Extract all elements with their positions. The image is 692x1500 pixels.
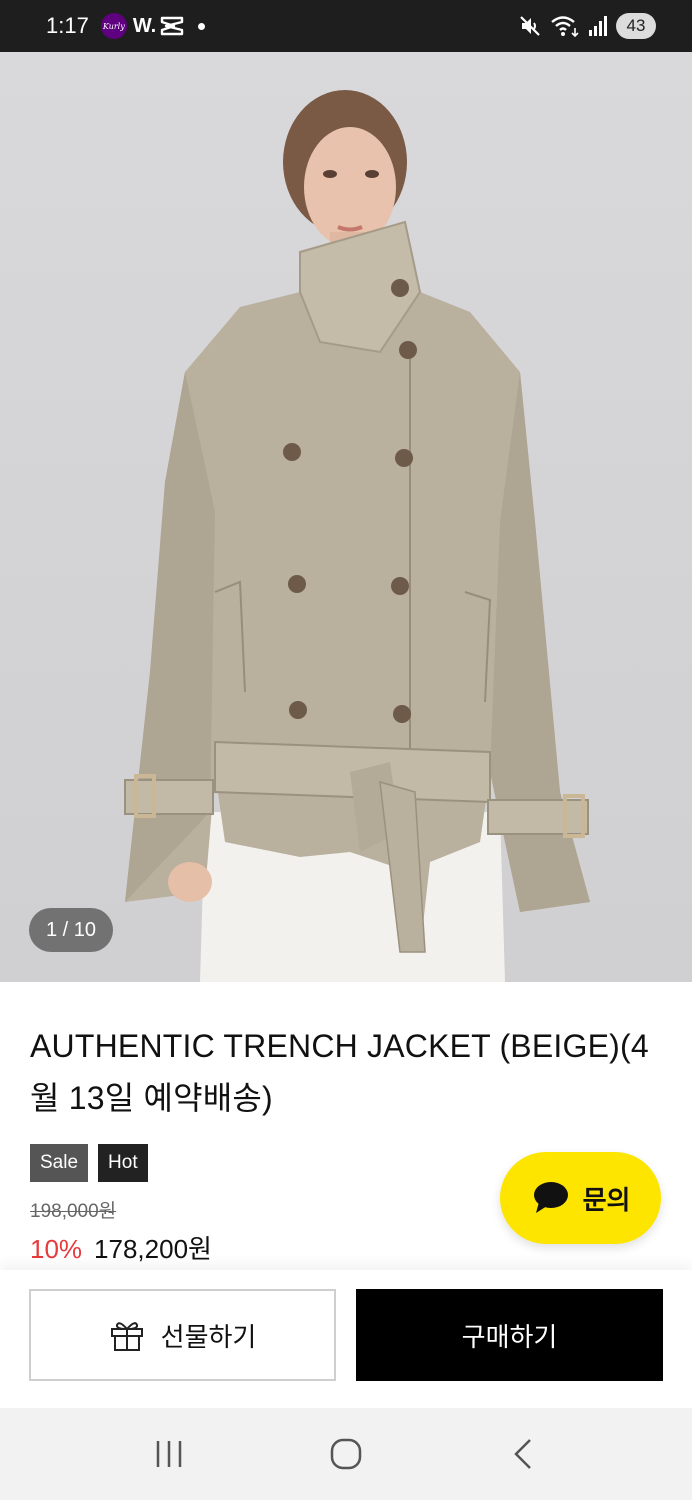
back-button[interactable] <box>493 1424 553 1484</box>
kurly-app-icon: Kurly <box>100 13 127 39</box>
wifi-icon <box>551 16 579 38</box>
back-icon <box>514 1439 532 1469</box>
status-time: 1:17 <box>46 13 89 38</box>
action-bar: 선물하기 구매하기 <box>0 1270 692 1408</box>
w-app-icon: W. <box>132 14 157 37</box>
sale-badge: Sale <box>30 1144 89 1182</box>
navigation-bar <box>0 1408 692 1500</box>
product-title: AUTHENTIC TRENCH JACKET (BEIGE)(4월 13일 예… <box>30 1028 649 1116</box>
home-button[interactable] <box>316 1424 376 1484</box>
buy-button[interactable]: 구매하기 <box>356 1289 663 1381</box>
gift-icon <box>110 1322 143 1351</box>
home-icon <box>330 1438 362 1470</box>
screen: 1:17 Kurly W. 43 1 / 10 AUTHENTIC TRENCH… <box>0 0 692 1500</box>
gift-button[interactable]: 선물하기 <box>29 1289 336 1381</box>
gift-label: 선물하기 <box>160 1322 257 1353</box>
sale-price: 178,200원 <box>94 1234 212 1264</box>
battery-icon: 43 <box>616 13 656 39</box>
recent-apps-button[interactable] <box>139 1424 199 1484</box>
image-counter: 1 / 10 <box>29 908 113 952</box>
product-image-gallery[interactable]: 1 / 10 <box>0 52 692 982</box>
notification-dot-icon <box>198 22 206 30</box>
hot-badge: Hot <box>98 1144 148 1182</box>
mute-icon <box>520 16 540 36</box>
capcut-icon <box>160 16 184 36</box>
chat-bubble-icon <box>533 1182 568 1213</box>
inquiry-label: 문의 <box>582 1185 631 1216</box>
discount-rate: 10% <box>30 1234 83 1264</box>
status-bar: 1:17 Kurly W. 43 <box>0 0 692 52</box>
recent-apps-icon <box>156 1441 181 1467</box>
inquiry-button[interactable]: 문의 <box>500 1152 661 1244</box>
status-right: 43 <box>518 13 656 39</box>
product-photo <box>124 90 590 982</box>
signal-icon <box>589 16 607 36</box>
